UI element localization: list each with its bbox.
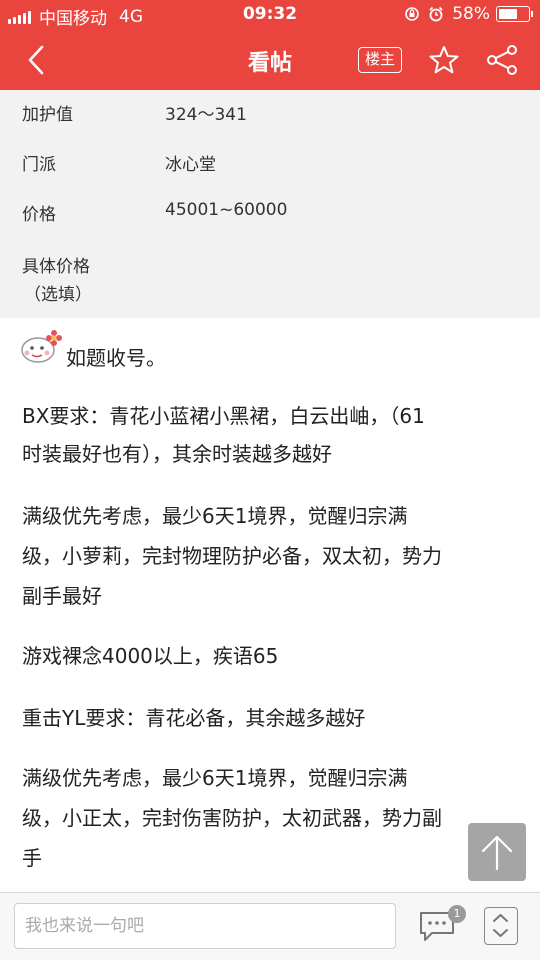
scroll-top-button[interactable] [468,823,526,881]
nav-bar: 看帖 楼主 [0,30,540,90]
post-line: BX要求：青花小蓝裙小黑裙，白云出岫，（61 [22,404,425,428]
info-value: 324～341 [165,105,247,125]
post-line: 满级优先考虑，最少6天1境界，觉醒归宗满 [22,504,408,528]
info-label: 具体价格 [22,257,90,277]
post-line: 级，小萝莉，完封物理防护必备，双太初，势力 [22,544,442,568]
page-switch-button[interactable] [484,907,518,945]
battery-percent: 58% [452,4,490,24]
arrow-up-icon [481,835,513,871]
header: 中国移动 4G 09:32 58% 看帖 楼主 [0,0,540,90]
info-value: 45001~60000 [165,200,288,220]
page-updown-icon [493,914,508,937]
info-section: 加护值 324～341 门派 冰心堂 价格 45001~60000 具体价格 （… [0,90,540,318]
post-line: 重击YL要求：青花必备，其余越多越好 [22,706,366,730]
info-label-extra: （选填） [24,285,92,305]
info-label: 加护值 [22,105,73,125]
post-line: 满级优先考虑，最少6天1境界，觉醒归宗满 [22,766,408,790]
post-line: 时装最好也有），其余时装越多越好 [22,442,332,466]
post-line: 手 [22,846,42,870]
status-bar: 中国移动 4G 09:32 58% [0,0,540,30]
post-line: 级，小正太，完封伤害防护，太初武器，势力副 [22,806,442,830]
comment-count-badge: 1 [448,905,466,923]
post-line: 如题收号。 [66,346,166,370]
owner-only-button[interactable]: 楼主 [358,47,402,73]
alarm-icon [429,6,443,22]
reply-input[interactable] [14,903,396,949]
status-right: 58% [404,4,533,24]
info-value: 冰心堂 [165,155,216,175]
bottom-bar: 1 [0,892,540,960]
post-line: 游戏裸念4000以上，疾语65 [22,644,279,668]
info-label: 价格 [22,205,56,225]
post-line: 副手最好 [22,584,102,608]
info-label: 门派 [22,155,56,175]
battery-icon [496,6,533,22]
rotation-lock-icon [405,7,420,21]
star-icon[interactable] [427,44,461,76]
share-icon[interactable] [484,44,520,76]
smiley-emoji-icon [21,330,62,363]
